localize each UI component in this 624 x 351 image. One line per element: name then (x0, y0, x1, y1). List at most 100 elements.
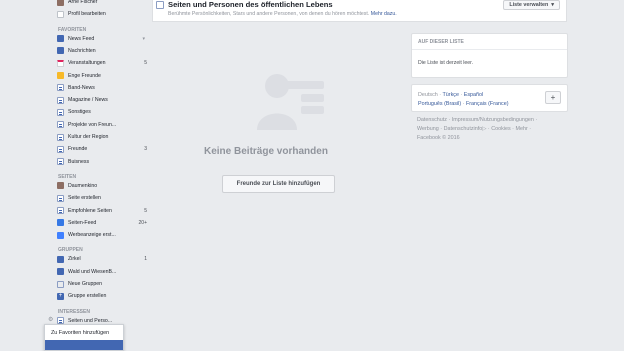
sidebar-item-count: 3 (144, 146, 147, 153)
footer-link[interactable]: Cookies (491, 126, 510, 132)
list-icon (57, 145, 64, 153)
list-icon (57, 121, 64, 129)
sidebar-item-label: Zirkel (68, 256, 81, 263)
sidebar-item-label: Magazine / News (68, 97, 108, 104)
footer-link[interactable]: Impressum/Nutzungsbedingungen (452, 117, 534, 123)
messages-icon (57, 47, 64, 55)
sidebar-item[interactable]: News Feed ▾ (57, 34, 147, 44)
sidebar-item-label: Veranstaltungen (68, 60, 106, 67)
sidebar-item[interactable]: Profil bearbeiten (57, 9, 147, 19)
sidebar-item[interactable]: Buisness (57, 157, 147, 167)
manage-list-label: Liste verwalten (509, 2, 549, 8)
sidebar-item[interactable]: Nachrichten (57, 46, 147, 56)
sidebar-section-heading: INTERESSEN (58, 308, 90, 315)
adchoices-icon: ▷ (482, 126, 487, 132)
language-link[interactable]: Português (Brasil) (418, 101, 461, 107)
sidebar-item[interactable]: Kultur der Region (57, 132, 147, 142)
list-header: Seiten und Personen des öffentlichen Leb… (152, 0, 567, 22)
star-icon (57, 72, 64, 79)
empty-placeholder-icon (257, 74, 324, 130)
avatar-icon (57, 0, 64, 6)
language-card: Deutsch · Türkçe · Español Português (Br… (411, 84, 568, 112)
sidebar-item[interactable]: Neue Gruppen (57, 279, 147, 289)
list-icon (57, 158, 64, 166)
sidebar-item-label: Projekte von Freun... (68, 121, 117, 128)
sidebar-item[interactable]: Band-News (57, 83, 147, 93)
language-link[interactable]: Español (464, 92, 483, 98)
add-to-favorites-item[interactable]: Zu Favoriten hinzufügen (45, 325, 123, 340)
left-sidebar: Arne Fischer Profil bearbeiten FAVORITEN Ne… (0, 0, 150, 351)
sidebar-item[interactable]: Werbeanzeige erst... (57, 230, 147, 240)
page-title: Seiten und Personen des öffentlichen Leb… (168, 0, 333, 9)
about-list-body: Die Liste ist derzeit leer. (418, 60, 474, 66)
add-language-button[interactable]: + (545, 91, 561, 104)
copyright: Facebook © 2016 (417, 135, 460, 141)
sidebar-item[interactable]: Seite erstellen (57, 193, 147, 203)
chart-icon (57, 231, 64, 239)
sidebar-item[interactable]: Wald und WiesenB... (57, 267, 147, 277)
more-info-link[interactable]: Mehr dazu. (371, 11, 397, 17)
sidebar-item-count: 5 (144, 207, 147, 214)
sidebar-item[interactable]: Sonstiges (57, 107, 147, 117)
sidebar-item-label: Sonstiges (68, 109, 91, 116)
footer-link[interactable]: Datenschutz (417, 117, 447, 123)
people-icon (57, 280, 64, 288)
sidebar-item[interactable]: Magazine / News (57, 95, 147, 105)
chevron-down-icon[interactable]: ▾ (142, 36, 145, 42)
footer-link[interactable]: Werbung (417, 126, 439, 132)
sidebar-item[interactable]: Seiten-Feed 20+ (57, 218, 147, 228)
sidebar-item[interactable]: Projekte von Freun... (57, 120, 147, 130)
sidebar-section-heading: FAVORITEN (58, 26, 87, 33)
sidebar-item-label: Seite erstellen (68, 195, 101, 202)
sidebar-item-label: Werbeanzeige erst... (68, 232, 116, 239)
page-avatar-icon (57, 182, 64, 190)
current-language: Deutsch (418, 92, 438, 98)
sidebar-item-label: Nachrichten (68, 47, 96, 54)
sidebar-item[interactable]: Empfohlene Seiten 5 (57, 206, 147, 216)
caret-down-icon: ▾ (551, 2, 554, 8)
sidebar-item-label: Buisness (68, 158, 90, 165)
language-links: Deutsch · Türkçe · Español Português (Br… (418, 92, 509, 107)
language-link[interactable]: Türkçe (442, 92, 458, 98)
sidebar-item[interactable]: Zirkel 1 (57, 254, 147, 264)
sidebar-item-label: Freunde (68, 146, 88, 153)
sidebar-item[interactable]: Freunde 3 (57, 144, 147, 154)
list-icon (156, 1, 164, 9)
sidebar-item-count: 20+ (138, 219, 147, 226)
context-menu-item[interactable] (45, 340, 123, 350)
sidebar-item-label: Wald und WiesenB... (68, 268, 117, 275)
list-icon (57, 207, 64, 214)
sidebar-item-label: Profil bearbeiten (68, 11, 106, 18)
plus-icon: + (57, 292, 64, 300)
gear-icon[interactable]: ⚙ (48, 316, 53, 323)
sidebar-item-label: Kultur der Region (68, 134, 109, 140)
sidebar-item[interactable]: Arne Fischer (57, 0, 147, 7)
manage-list-button[interactable]: Liste verwalten ▾ (503, 0, 560, 10)
sidebar-item-count: 5 (144, 60, 147, 67)
sidebar-item-label: Arne Fischer (68, 0, 98, 5)
create-page-icon (57, 194, 64, 202)
list-icon (57, 96, 64, 104)
sidebar-item[interactable]: Veranstaltungen 5 (57, 58, 147, 68)
footer: Datenschutz · Impressum/Nutzungsbedingun… (417, 117, 538, 141)
sidebar-item-label: Gruppe erstellen (68, 293, 107, 300)
sidebar-item[interactable]: + Gruppe erstellen (57, 291, 147, 301)
sidebar-item[interactable]: Daumenkino (57, 181, 147, 191)
list-icon (57, 133, 64, 141)
list-icon (57, 84, 64, 92)
feed-icon (57, 35, 64, 43)
footer-link[interactable]: Mehr (515, 126, 527, 132)
calendar-icon (57, 59, 64, 67)
footer-link[interactable]: Datenschutzinfo (444, 126, 483, 132)
sidebar-item-label: Band-News (68, 84, 95, 91)
group-icon (57, 268, 64, 276)
add-friends-button[interactable]: Freunde zur Liste hinzufügen (222, 175, 335, 193)
pages-feed-icon (57, 219, 64, 227)
sidebar-item[interactable]: Enge Freunde (57, 71, 147, 81)
sidebar-item-label: News Feed (68, 35, 95, 42)
empty-state-text: Keine Beiträge vorhanden (204, 146, 328, 157)
about-list-heading: AUF DIESER LISTE (412, 34, 567, 50)
list-icon (57, 108, 64, 116)
language-link[interactable]: Français (France) (466, 101, 509, 107)
sidebar-item-label: Seiten und Perso... (68, 317, 113, 324)
